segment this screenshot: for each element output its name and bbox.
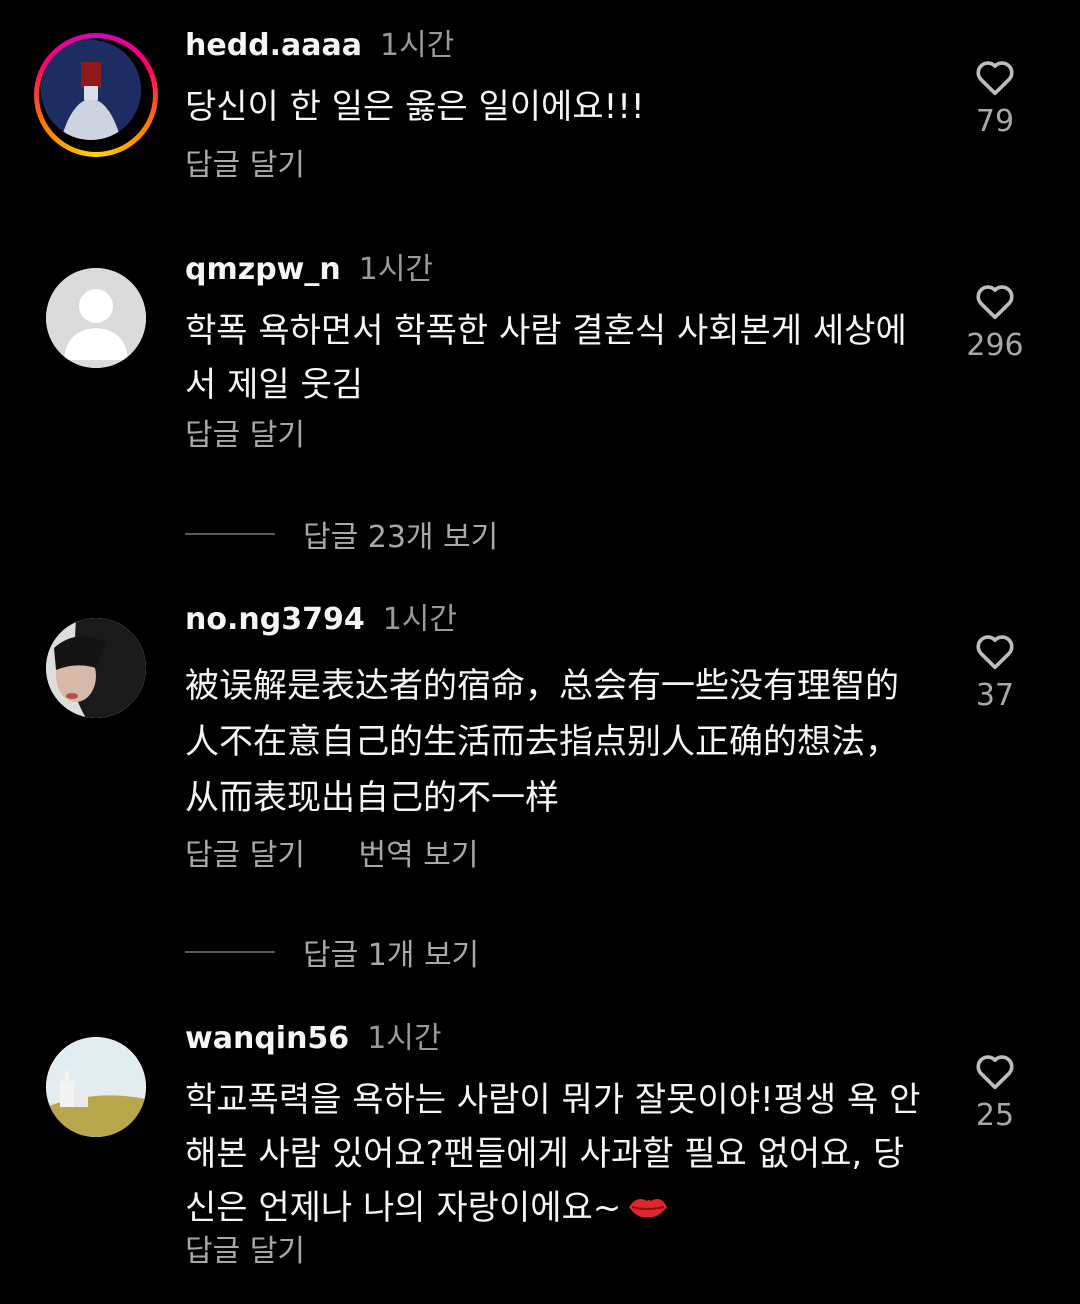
comment-text: 당신이 한 일은 옳은 일이에요!!!: [185, 87, 645, 127]
heart-outline-icon[interactable]: [973, 1050, 1017, 1090]
reply-button[interactable]: 답글 달기: [185, 418, 305, 453]
like-count: 37: [975, 678, 1015, 713]
comment-actions: 답글 달기: [185, 418, 349, 454]
avatar[interactable]: [46, 268, 146, 368]
view-replies-label[interactable]: 답글 23개 보기: [303, 512, 498, 556]
kiss-mark-emoji: [627, 1183, 669, 1237]
comment-actions: 답글 달기: [185, 148, 349, 184]
avatar[interactable]: [46, 1037, 146, 1137]
view-replies-button[interactable]: 답글 1개 보기: [185, 930, 479, 974]
avatar[interactable]: [41, 40, 141, 140]
comment-actions: 답글 달기 번역 보기: [185, 838, 522, 874]
like-count: 296: [966, 328, 1024, 363]
heart-outline-icon[interactable]: [973, 56, 1017, 96]
translate-button[interactable]: 번역 보기: [358, 838, 478, 873]
like-count: 25: [975, 1098, 1015, 1133]
like-control: 25: [955, 1050, 1035, 1134]
username-text[interactable]: no.ng3794: [185, 602, 365, 637]
divider-line: [185, 951, 275, 953]
comment-text-content: 학교폭력을 욕하는 사람이 뭐가 잘못이야!평생 욕 안 해본 사람 있어요?팬…: [185, 1080, 921, 1228]
heart-outline-icon[interactable]: [973, 280, 1017, 320]
view-replies-button[interactable]: 답글 23개 보기: [185, 512, 498, 556]
avatar[interactable]: [46, 618, 146, 718]
comment-text: 학폭 욕하면서 학폭한 사람 결혼식 사회본게 세상에서 제일 웃김: [185, 311, 907, 405]
default-avatar-icon: [46, 268, 146, 368]
like-count: 79: [975, 104, 1015, 139]
heart-outline-icon[interactable]: [973, 630, 1017, 670]
comment-username[interactable]: wanqin56 1시간: [185, 1021, 441, 1057]
reply-button[interactable]: 답글 달기: [185, 838, 305, 873]
comment-username[interactable]: no.ng3794 1시간: [185, 602, 457, 638]
reply-button[interactable]: 답글 달기: [185, 1234, 305, 1269]
comment-text: 被误解是表达者的宿命，总会有一些没有理智的人不在意自己的生活而去指点别人正确的想…: [185, 666, 899, 818]
comment-time: 1시간: [380, 28, 455, 63]
comment-actions: 답글 달기: [185, 1234, 349, 1270]
divider-line: [185, 533, 275, 535]
comment-username[interactable]: qmzpw_n 1시간: [185, 252, 433, 288]
like-control: 79: [955, 56, 1035, 140]
comment-time: 1시간: [358, 252, 434, 287]
comment-username[interactable]: hedd.aaaa 1시간: [185, 28, 454, 64]
username-text[interactable]: hedd.aaaa: [185, 28, 362, 63]
username-text[interactable]: qmzpw_n: [185, 252, 341, 287]
comment-time: 1시간: [367, 1021, 442, 1056]
reply-button[interactable]: 답글 달기: [185, 148, 305, 183]
view-replies-label[interactable]: 답글 1개 보기: [303, 930, 479, 974]
comment-text: 학교폭력을 욕하는 사람이 뭐가 잘못이야!평생 욕 안 해본 사람 있어요?팬…: [185, 1073, 930, 1237]
like-control: 296: [955, 280, 1035, 364]
comment-time: 1시간: [382, 602, 457, 637]
username-text[interactable]: wanqin56: [185, 1021, 349, 1056]
story-ring[interactable]: [34, 33, 158, 157]
like-control: 37: [955, 630, 1035, 714]
